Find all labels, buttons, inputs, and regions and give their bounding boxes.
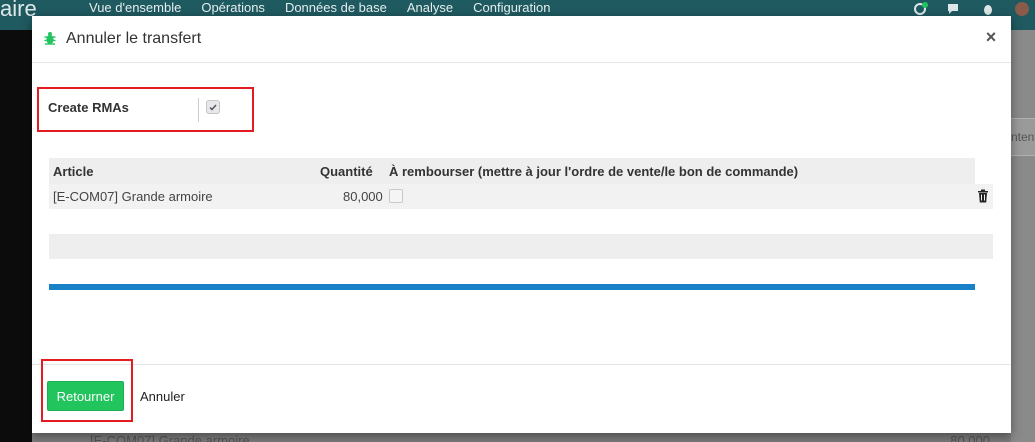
bug-icon[interactable]	[981, 2, 995, 15]
row-quantity[interactable]: 80,000	[343, 189, 383, 204]
menu-item-analysis[interactable]: Analyse	[407, 0, 453, 16]
dialog-title: Annuler le transfert	[66, 30, 202, 47]
background-row-qty: 80,000	[950, 433, 990, 442]
table-footer	[49, 234, 993, 259]
check-icon	[209, 104, 217, 111]
trash-icon[interactable]	[977, 189, 989, 203]
column-quantity[interactable]: Quantité	[320, 164, 373, 179]
column-article[interactable]: Article	[53, 164, 93, 179]
app-menu: Vue d'ensemble Opérations Données de bas…	[89, 0, 550, 16]
menu-item-overview[interactable]: Vue d'ensemble	[89, 0, 181, 16]
to-refund-checkbox[interactable]	[389, 189, 403, 203]
activity-icon[interactable]	[913, 2, 928, 15]
systray	[913, 0, 1035, 16]
menu-item-operations[interactable]: Opérations	[201, 0, 265, 16]
close-icon[interactable]: ×	[984, 28, 998, 46]
column-to-refund[interactable]: À rembourser (mettre à jour l'ordre de v…	[389, 164, 798, 179]
background-panel	[0, 30, 32, 442]
background-row-item: [E-COM07] Grande armoire	[90, 433, 250, 442]
return-button[interactable]: Retourner	[47, 381, 124, 411]
table-header: Article Quantité À rembourser (mettre à …	[49, 158, 975, 184]
table-row[interactable]: [E-COM07] Grande armoire 80,000	[49, 184, 993, 209]
avatar[interactable]	[1015, 2, 1029, 16]
background-button: ntente	[1011, 118, 1035, 156]
create-rmas-label: Create RMAs	[48, 100, 129, 115]
menu-item-configuration[interactable]: Configuration	[473, 0, 550, 16]
menu-item-master-data[interactable]: Données de base	[285, 0, 387, 16]
bug-icon	[44, 31, 56, 48]
row-article: [E-COM07] Grande armoire	[53, 189, 213, 204]
chat-icon[interactable]	[947, 2, 961, 14]
background-row: [E-COM07] Grande armoire 80,000	[90, 433, 990, 442]
dialog-header: Annuler le transfert ×	[32, 16, 1011, 63]
loading-bar	[49, 284, 975, 290]
return-dialog: Annuler le transfert × Create RMAs Artic…	[32, 16, 1011, 433]
cancel-button[interactable]: Annuler	[140, 389, 185, 404]
background-right-panel: ntente	[1011, 30, 1035, 442]
field-separator	[198, 98, 199, 122]
create-rmas-checkbox[interactable]	[206, 100, 220, 114]
